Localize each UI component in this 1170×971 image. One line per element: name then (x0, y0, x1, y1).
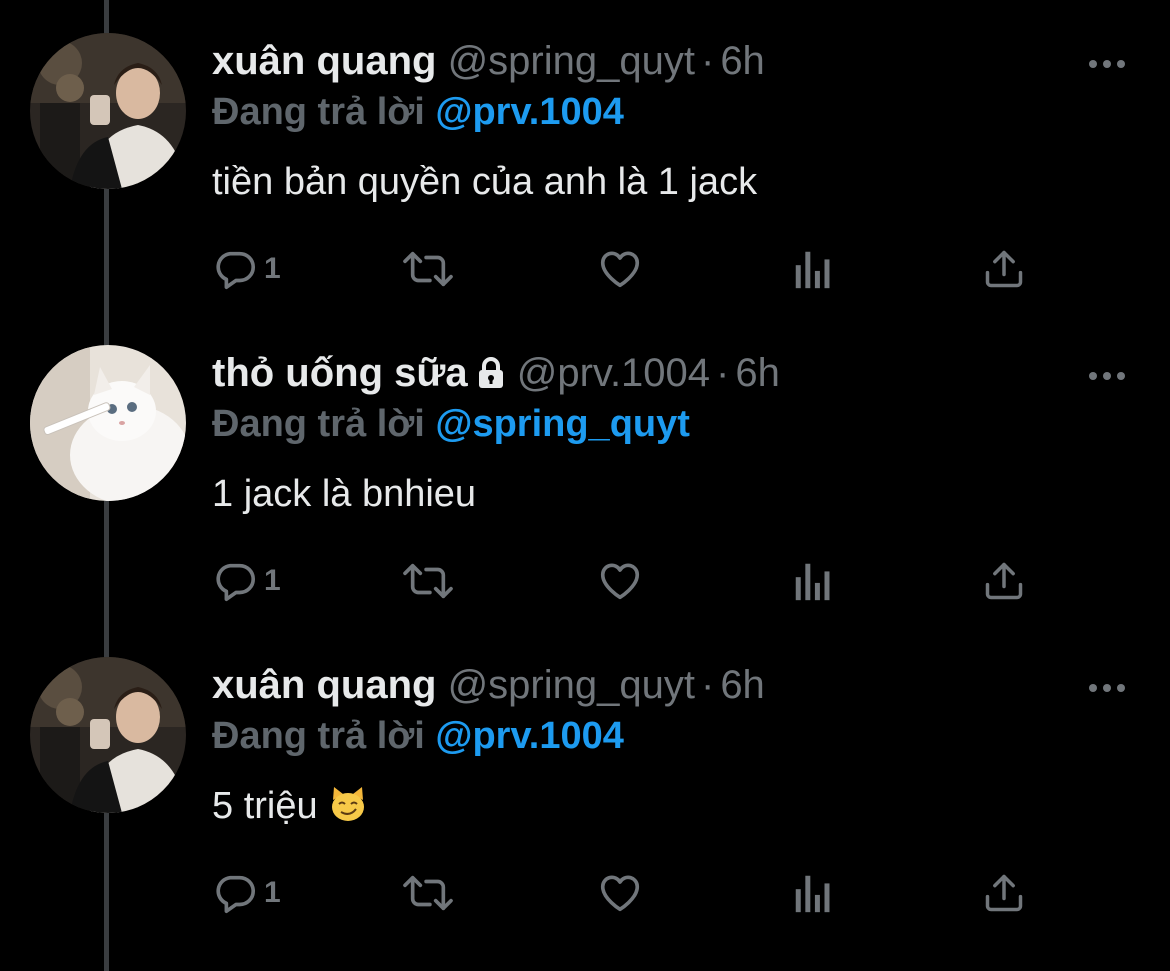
heart-icon (596, 870, 644, 916)
tweet-header: xuân quang @spring_quyt · 6h (212, 36, 765, 86)
mention-link[interactable]: @prv.1004 (435, 91, 623, 133)
timestamp[interactable]: 6h (720, 663, 765, 707)
retweet-button[interactable] (400, 244, 456, 294)
analytics-icon (792, 558, 834, 604)
heart-icon (596, 246, 644, 292)
comment-icon (212, 246, 258, 292)
separator-dot: · (700, 39, 715, 83)
reply-button[interactable]: 1 (212, 868, 281, 918)
tweet-header: xuân quang @spring_quyt · 6h (212, 660, 765, 710)
share-button[interactable] (982, 244, 1026, 294)
retweet-button[interactable] (400, 556, 456, 606)
share-icon (982, 246, 1026, 292)
tweet[interactable]: xuân quang @spring_quyt · 6h Đang trả lời … (0, 624, 1170, 936)
views-button[interactable] (792, 244, 834, 294)
comment-icon (212, 558, 258, 604)
more-icon[interactable] (1088, 368, 1126, 386)
reply-count: 1 (264, 564, 281, 597)
timestamp[interactable]: 6h (735, 351, 780, 395)
display-name[interactable]: thỏ uống sữa (212, 351, 468, 395)
replying-to-label: Đang trả lời (212, 715, 425, 757)
comment-icon (212, 870, 258, 916)
tweet-actions: 1 (212, 556, 1042, 606)
share-icon (982, 558, 1026, 604)
reply-button[interactable]: 1 (212, 244, 281, 294)
tweet-actions: 1 (212, 244, 1042, 294)
replying-to: Đang trả lời @prv.1004 (212, 90, 624, 134)
retweet-icon (400, 558, 456, 604)
more-icon[interactable] (1088, 680, 1126, 698)
views-button[interactable] (792, 556, 834, 606)
lock-icon (476, 352, 506, 402)
reply-button[interactable]: 1 (212, 556, 281, 606)
share-icon (982, 870, 1026, 916)
like-button[interactable] (596, 556, 644, 606)
timestamp[interactable]: 6h (720, 39, 765, 83)
smirking-cat-emoji (328, 784, 368, 834)
tweet-header: thỏ uống sữa @prv.1004 · 6h (212, 348, 780, 398)
reply-count: 1 (264, 876, 281, 909)
views-button[interactable] (792, 868, 834, 918)
display-name[interactable]: xuân quang (212, 663, 436, 707)
replying-to: Đang trả lời @spring_quyt (212, 402, 690, 446)
avatar[interactable] (30, 33, 186, 189)
tweet-text: 5 triệu (212, 784, 368, 834)
more-icon[interactable] (1088, 56, 1126, 74)
tweet-actions: 1 (212, 868, 1042, 918)
tweet-text: tiền bản quyền của anh là 1 jack (212, 160, 757, 204)
separator-dot: · (700, 663, 715, 707)
share-button[interactable] (982, 868, 1026, 918)
tweet[interactable]: thỏ uống sữa @prv.1004 · 6h Đang trả lời @… (0, 312, 1170, 624)
replying-to-label: Đang trả lời (212, 403, 425, 445)
tweet-text-content: tiền bản quyền của anh là 1 jack (212, 161, 758, 203)
display-name[interactable]: xuân quang (212, 39, 436, 83)
analytics-icon (792, 870, 834, 916)
user-handle[interactable]: @prv.1004 (517, 351, 710, 395)
reply-count: 1 (264, 252, 281, 285)
mention-link[interactable]: @prv.1004 (435, 715, 623, 757)
separator-dot: · (716, 351, 730, 395)
retweet-icon (400, 870, 456, 916)
tweet-text: 1 jack là bnhieu (212, 472, 476, 516)
like-button[interactable] (596, 868, 644, 918)
avatar[interactable] (30, 657, 186, 813)
user-handle[interactable]: @spring_quyt (448, 39, 695, 83)
user-handle[interactable]: @spring_quyt (448, 663, 695, 707)
analytics-icon (792, 246, 834, 292)
heart-icon (596, 558, 644, 604)
retweet-icon (400, 246, 456, 292)
like-button[interactable] (596, 244, 644, 294)
retweet-button[interactable] (400, 868, 456, 918)
tweet[interactable]: xuân quang @spring_quyt · 6h Đang trả lời … (0, 0, 1170, 312)
tweet-text-content: 5 triệu (212, 785, 318, 827)
replying-to-label: Đang trả lời (212, 91, 425, 133)
tweet-text-content: 1 jack là bnhieu (212, 473, 477, 515)
mention-link[interactable]: @spring_quyt (435, 403, 690, 445)
avatar[interactable] (30, 345, 186, 501)
replying-to: Đang trả lời @prv.1004 (212, 714, 624, 758)
share-button[interactable] (982, 556, 1026, 606)
